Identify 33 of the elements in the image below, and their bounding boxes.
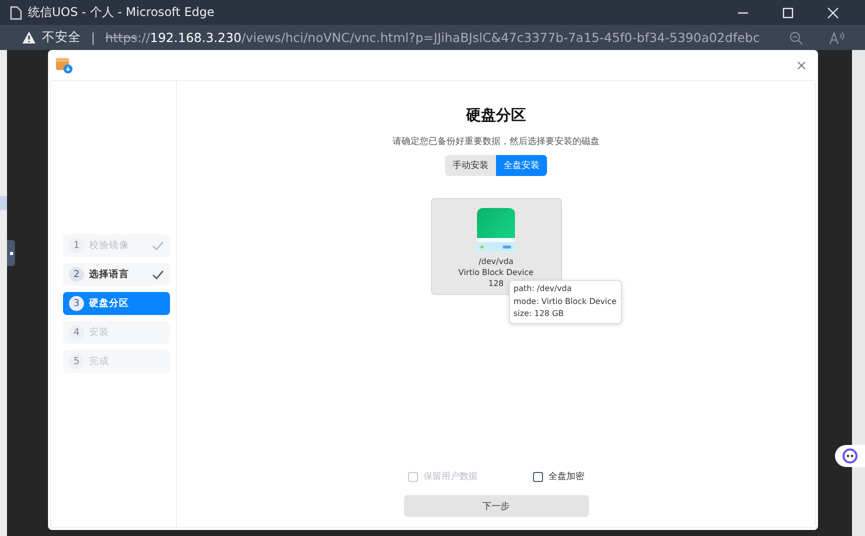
- option-label: 保留用户数据: [424, 470, 478, 483]
- vnc-handle[interactable]: [7, 240, 15, 266]
- window-title: 统信UOS - 个人 - Microsoft Edge: [28, 4, 214, 21]
- robot-icon: [842, 448, 858, 464]
- page-title: 硬盘分区: [466, 106, 526, 125]
- checkbox[interactable]: [532, 472, 542, 482]
- maximize-icon[interactable]: [782, 6, 794, 18]
- step-number: 3: [69, 296, 84, 311]
- warning-icon: [22, 31, 36, 44]
- assistant-button[interactable]: [835, 445, 865, 467]
- step-number: 1: [69, 238, 84, 253]
- mode-tab[interactable]: 全盘安装: [496, 155, 547, 176]
- url-text[interactable]: https://192.168.3.230/views/hci/noVNC/vnc.html?p=JJihaBJslC&47c3377b-7a15-45f0-bf34-5390a02dfebc: [105, 30, 760, 45]
- highlighted-row: [0, 196, 7, 210]
- read-aloud-icon[interactable]: [829, 30, 845, 44]
- next-button[interactable]: 下一步: [404, 495, 588, 517]
- page-subtitle: 请确定您已备份好重要数据，然后选择要安装的磁盘: [392, 136, 600, 148]
- separator-text: |: [91, 30, 96, 45]
- disk-size: 128: [488, 278, 504, 289]
- tooltip-line: size: 128 GB: [514, 308, 565, 320]
- step-item[interactable]: 2 选择语言: [63, 263, 170, 286]
- page-icon: [10, 6, 22, 20]
- step-number: 2: [69, 267, 84, 282]
- disk-model: Virtio Block Device: [458, 267, 534, 278]
- zoom-out-icon[interactable]: [789, 30, 803, 44]
- option-label: 全盘加密: [548, 470, 584, 483]
- tooltip-line: mode: Virtio Block Device: [514, 296, 617, 308]
- security-label[interactable]: 不安全: [42, 29, 81, 46]
- installer-icon: [55, 56, 73, 74]
- disk-path: /dev/vda: [478, 256, 514, 267]
- step-number: 5: [69, 354, 84, 369]
- step-item[interactable]: 3 硬盘分区: [63, 292, 170, 315]
- step-number: 4: [69, 325, 84, 340]
